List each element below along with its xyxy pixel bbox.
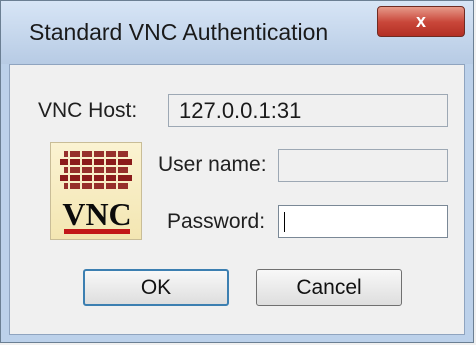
cancel-button-label: Cancel bbox=[296, 276, 362, 299]
dialog-body: VNC Host: 127.0.0.1:31 VNC User name: Pa… bbox=[9, 64, 465, 335]
tightvnc-logo: VNC bbox=[50, 142, 142, 240]
text-caret bbox=[284, 212, 285, 232]
vnc-host-value: 127.0.0.1:31 bbox=[179, 98, 302, 123]
close-icon: x bbox=[415, 11, 426, 31]
username-field bbox=[278, 149, 448, 182]
ok-button-label: OK bbox=[140, 276, 172, 299]
tightvnc-logo-icon: VNC bbox=[60, 151, 132, 234]
titlebar[interactable]: Standard VNC Authentication x bbox=[1, 1, 473, 64]
cancel-button[interactable]: Cancel bbox=[256, 269, 402, 306]
password-label: Password: bbox=[167, 210, 266, 233]
vnc-host-label: VNC Host: bbox=[38, 99, 138, 122]
password-field[interactable] bbox=[278, 205, 448, 238]
close-button[interactable]: x bbox=[377, 6, 465, 37]
vnc-host-field: 127.0.0.1:31 bbox=[168, 94, 448, 127]
username-label: User name: bbox=[158, 153, 267, 176]
dialog-title: Standard VNC Authentication bbox=[29, 19, 329, 45]
ok-button[interactable]: OK bbox=[83, 269, 229, 306]
logo-vnc-text: VNC bbox=[62, 196, 131, 232]
dialog-window: Standard VNC Authentication x VNC Host: … bbox=[0, 0, 474, 343]
